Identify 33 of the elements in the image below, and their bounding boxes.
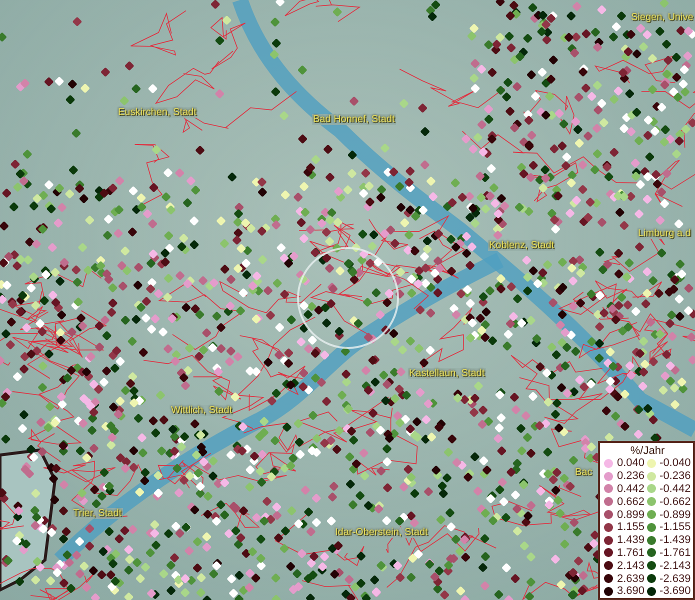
legend-label: -0.442	[660, 482, 691, 495]
legend-label: 3.690	[617, 585, 645, 598]
legend-label: 1.439	[617, 534, 645, 546]
place-label: Bad Honnef, Stadt	[312, 114, 396, 125]
place-label: Kastellaun, Stadt	[408, 368, 486, 379]
legend-label: -1.155	[660, 521, 691, 534]
place-label: Bac	[574, 467, 594, 478]
legend-label: -3.690	[660, 585, 691, 598]
place-label: Limburg a.d	[637, 228, 692, 239]
legend-label: 0.040	[617, 457, 645, 470]
legend-label: 0.899	[617, 508, 645, 521]
legend-label: -0.236	[660, 470, 691, 482]
legend-label: 0.442	[617, 482, 645, 495]
place-label: Idar-Oberstein, Stadt	[334, 527, 429, 538]
legend-label: -2.639	[660, 572, 691, 585]
place-label: Trier, Stadt	[72, 508, 123, 519]
place-label: Koblenz, Stadt	[488, 240, 556, 251]
place-label: Siegen, Unive	[630, 12, 694, 23]
legend-label: -0.662	[660, 496, 691, 508]
legend-label: -1.761	[660, 546, 691, 559]
place-label: Wittlich, Stadt	[170, 405, 234, 416]
legend-label: 2.639	[617, 572, 645, 585]
legend-label: -0.040	[660, 457, 691, 470]
legend-label: 0.662	[617, 496, 645, 508]
legend-label: 1.155	[617, 521, 645, 534]
legend-label: 1.761	[617, 546, 645, 559]
legend-label: 2.143	[617, 560, 645, 572]
legend-label: 0.236	[617, 470, 645, 482]
legend-title: %/Jahr	[629, 445, 666, 457]
legend-label: -0.899	[660, 508, 691, 521]
place-label: Euskirchen, Stadt	[117, 107, 198, 118]
legend-label: -2.143	[660, 560, 691, 572]
legend-label: -1.439	[660, 534, 691, 546]
